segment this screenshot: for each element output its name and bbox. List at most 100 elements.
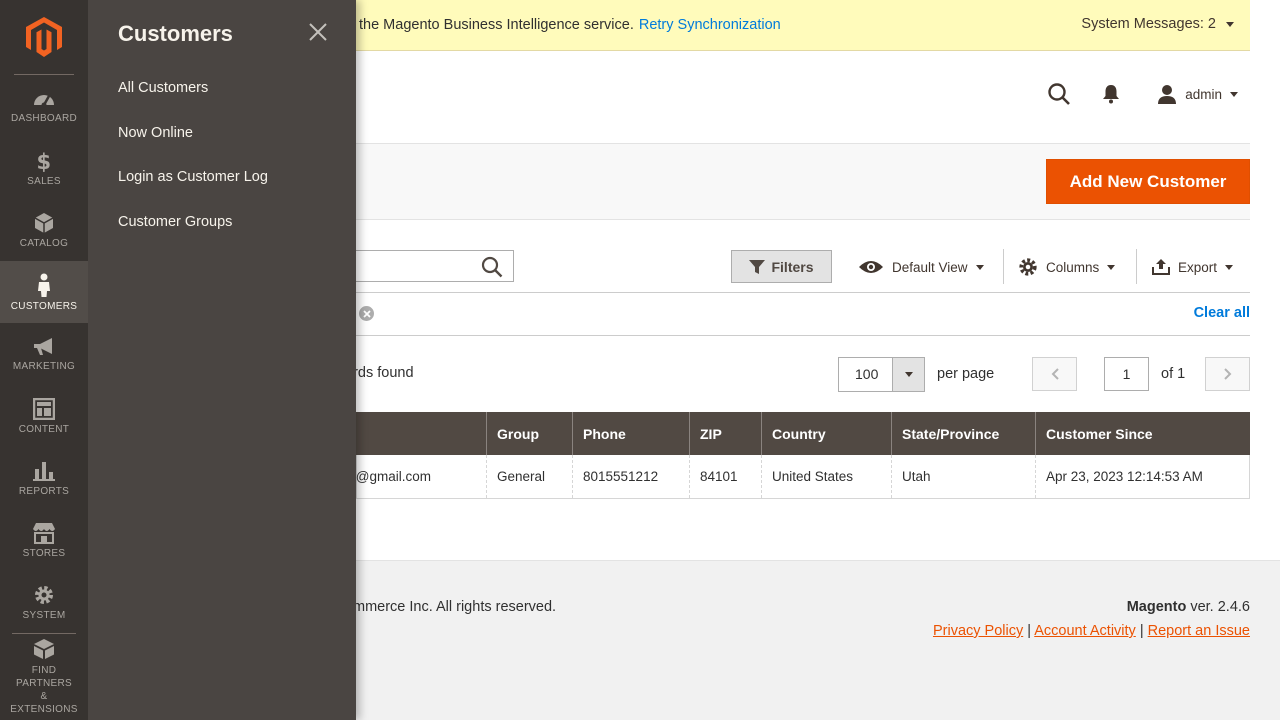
layout-icon [33, 397, 55, 420]
nav-customers-label: CUSTOMERS [10, 300, 78, 312]
keyword-search [356, 250, 514, 282]
export-switcher[interactable]: Export [1152, 255, 1234, 279]
user-icon [1158, 85, 1177, 104]
submenu-customer-groups[interactable]: Customer Groups [118, 213, 326, 258]
chevron-down-icon [1226, 21, 1234, 27]
toolbar-divider [1003, 249, 1004, 284]
submenu-list: All Customers Now Online Login as Custom… [118, 79, 326, 257]
nav-stores-label: STORES [22, 547, 66, 559]
nav-find-line1: FIND [31, 664, 57, 676]
search-icon[interactable] [481, 256, 503, 278]
column-header-email[interactable] [356, 412, 486, 455]
person-icon [38, 273, 50, 297]
privacy-policy-link[interactable]: Privacy Policy [933, 623, 1023, 639]
per-page-select[interactable]: 100 [838, 357, 925, 392]
chevron-down-icon [975, 264, 984, 270]
system-message-bar: the Magento Business Intelligence servic… [356, 0, 1250, 51]
version-text: Magento ver. 2.4.6 [1127, 599, 1250, 615]
brand-name: Magento [1126, 599, 1187, 615]
nav-dashboard[interactable]: DASHBOARD [0, 75, 88, 137]
column-header-group[interactable]: Group [486, 412, 572, 455]
current-page-input[interactable]: 1 [1104, 357, 1149, 391]
admin-user-menu[interactable]: admin [1157, 84, 1238, 104]
cell-group: General [486, 455, 572, 498]
close-icon[interactable] [308, 22, 328, 42]
nav-catalog[interactable]: CATALOG [0, 199, 88, 261]
submenu-login-as-customer-log[interactable]: Login as Customer Log [118, 168, 326, 213]
per-page-dropdown-toggle[interactable] [892, 358, 924, 391]
svg-text:$: $ [37, 150, 52, 172]
bell-icon[interactable] [1095, 78, 1127, 110]
magento-logo-icon [26, 17, 62, 57]
nav-dashboard-label: DASHBOARD [10, 112, 78, 124]
megaphone-icon [34, 337, 52, 355]
search-icon[interactable] [1043, 78, 1075, 110]
dashboard-icon [34, 94, 54, 107]
cell-state: Utah [891, 455, 1035, 498]
nav-marketing[interactable]: MARKETING [0, 323, 88, 385]
nav-customers[interactable]: CUSTOMERS [0, 261, 88, 323]
nav-find-line2: PARTNERS [16, 677, 72, 689]
column-header-phone[interactable]: Phone [572, 412, 689, 455]
chevron-right-icon [1223, 368, 1231, 380]
filters-button[interactable]: Filters [731, 250, 832, 283]
previous-page-button[interactable] [1032, 357, 1077, 391]
default-view-switcher[interactable]: Default View [858, 255, 984, 279]
default-view-label: Default View [892, 259, 968, 275]
submenu-title: Customers [118, 21, 233, 46]
page-actions-bar: Add New Customer [356, 143, 1250, 220]
cell-email: r@gmail.com [351, 469, 431, 484]
nav-content[interactable]: CONTENT [0, 385, 88, 447]
submenu-all-customers[interactable]: All Customers [118, 79, 326, 124]
copyright-text: mmerce Inc. All rights reserved. [353, 599, 557, 615]
account-activity-link[interactable]: Account Activity [1034, 623, 1136, 639]
nav-marketing-label: MARKETING [12, 360, 76, 372]
nav-stores[interactable]: STORES [0, 509, 88, 571]
admin-nav: DASHBOARD $ SALES CATALOG CUSTOMERS MARK… [0, 0, 88, 720]
nav-reports[interactable]: REPORTS [0, 447, 88, 509]
keyword-search-input[interactable] [356, 251, 466, 281]
column-header-customer-since[interactable]: Customer Since [1035, 412, 1250, 455]
remove-filter-icon[interactable] [359, 306, 374, 321]
chevron-down-icon [1107, 264, 1116, 270]
chevron-down-icon [1230, 91, 1238, 97]
per-page-label: per page [937, 366, 995, 382]
store-icon [33, 522, 55, 544]
columns-switcher[interactable]: Columns [1018, 255, 1116, 279]
system-message-text: the Magento Business Intelligence servic… [359, 17, 634, 33]
magento-logo[interactable] [14, 0, 74, 75]
toolbar-divider [1136, 249, 1137, 284]
cell-country: United States [761, 455, 891, 498]
customers-submenu-panel: Customers All Customers Now Online Login… [88, 0, 356, 720]
nav-catalog-label: CATALOG [19, 237, 69, 249]
total-pages: of 1 [1161, 366, 1186, 382]
version-number: ver. 2.4.6 [1186, 599, 1250, 615]
nav-sales[interactable]: $ SALES [0, 137, 88, 199]
next-page-button[interactable] [1205, 357, 1250, 391]
nav-system[interactable]: SYSTEM [0, 571, 88, 633]
column-header-state[interactable]: State/Province [891, 412, 1035, 455]
column-header-zip[interactable]: ZIP [689, 412, 761, 455]
extensions-icon [34, 638, 54, 659]
nav-system-label: SYSTEM [22, 609, 66, 621]
grid-header-row: Group Phone ZIP Country State/Province C… [356, 412, 1250, 455]
active-filters-row: Clear all [356, 292, 1250, 336]
column-header-country[interactable]: Country [761, 412, 891, 455]
page-footer: mmerce Inc. All rights reserved. Magento… [353, 560, 1280, 720]
cell-zip: 84101 [689, 455, 761, 498]
system-messages-label: System Messages: 2 [1081, 16, 1216, 32]
add-new-customer-button[interactable]: Add New Customer [1046, 159, 1250, 204]
system-messages-toggle[interactable]: System Messages: 2 [1081, 16, 1234, 32]
retry-synchronization-link[interactable]: Retry Synchronization [639, 17, 781, 33]
clear-all-filters-link[interactable]: Clear all [1194, 305, 1250, 321]
report-issue-link[interactable]: Report an Issue [1148, 623, 1250, 639]
export-icon [1152, 259, 1170, 275]
nav-sales-label: SALES [27, 175, 61, 187]
nav-find-partners[interactable]: FIND PARTNERS & EXTENSIONS [10, 633, 77, 719]
table-row[interactable]: r@gmail.com General 8015551212 84101 Uni… [351, 455, 1250, 499]
admin-username: admin [1185, 86, 1222, 102]
per-page-value: 100 [855, 366, 879, 382]
submenu-now-online[interactable]: Now Online [118, 124, 326, 169]
nav-content-label: CONTENT [18, 423, 70, 435]
columns-label: Columns [1046, 259, 1100, 275]
